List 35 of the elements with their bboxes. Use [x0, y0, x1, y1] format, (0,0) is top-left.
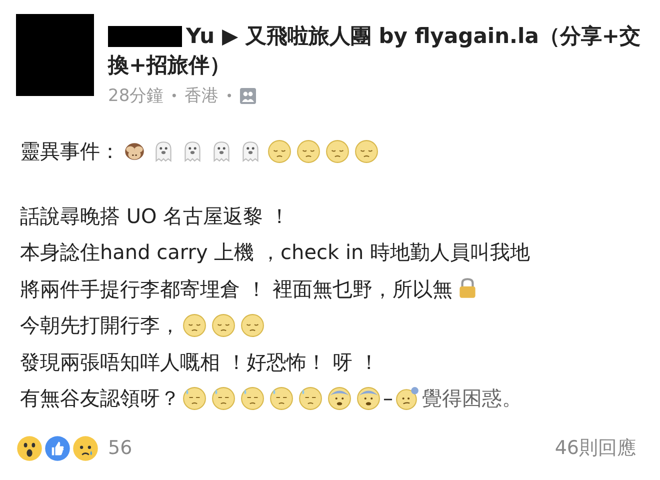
pensive-face-icon [267, 138, 292, 164]
post-text: – [383, 385, 393, 412]
group-icon [240, 88, 256, 104]
wow-reaction-icon [16, 434, 43, 462]
post-title[interactable]: Yu ▶ 又飛啦旅人團 by flyagain.la（分享+交換+招旅伴） [108, 22, 646, 80]
sweat-face-icon [240, 386, 265, 411]
post-text: 話說尋晚搭 UO 名古屋返黎 ！ [20, 202, 290, 230]
separator-dot: • [226, 88, 233, 102]
sweat-face-icon [211, 386, 236, 411]
post-text: 本身諗住hand carry 上機 ，check in 時地勤人員叫我地 [20, 239, 530, 266]
reaction-count[interactable]: 56 [108, 437, 132, 459]
post-text: 有無谷友認領呀？ [20, 385, 180, 412]
sweat-face-icon [269, 386, 294, 411]
sweat-face-icon [182, 386, 207, 411]
feeling-text: 覺得困惑。 [422, 385, 522, 412]
pensive-face-icon [240, 312, 265, 338]
sweat-face-icon [298, 386, 323, 411]
location: 香港 [184, 85, 219, 107]
post-text: 今朝先打開行李， [20, 312, 180, 339]
pensive-face-icon [211, 312, 236, 338]
anxious-face-icon [327, 386, 352, 411]
like-reaction-icon [44, 434, 71, 462]
anxious-face-icon [356, 386, 381, 411]
post-text: 將兩件手提行李都寄埋倉 ！ 裡面無乜野，所以無 [20, 276, 453, 302]
post-time[interactable]: 28分鐘 [108, 84, 164, 107]
pensive-face-icon [296, 138, 321, 164]
sad-reaction-icon [72, 434, 99, 462]
pensive-face-icon [182, 312, 207, 338]
pensive-face-icon [354, 138, 379, 164]
post-text: 發現兩張唔知咩人嘅相 ！好恐怖！ 呀 ！ [20, 348, 380, 376]
confused-face-icon [395, 386, 420, 411]
pensive-face-icon [325, 138, 350, 164]
separator-dot: • [170, 88, 178, 102]
comment-count[interactable]: 46則回應 [554, 435, 636, 461]
post-text: 靈異事件： [20, 138, 120, 165]
